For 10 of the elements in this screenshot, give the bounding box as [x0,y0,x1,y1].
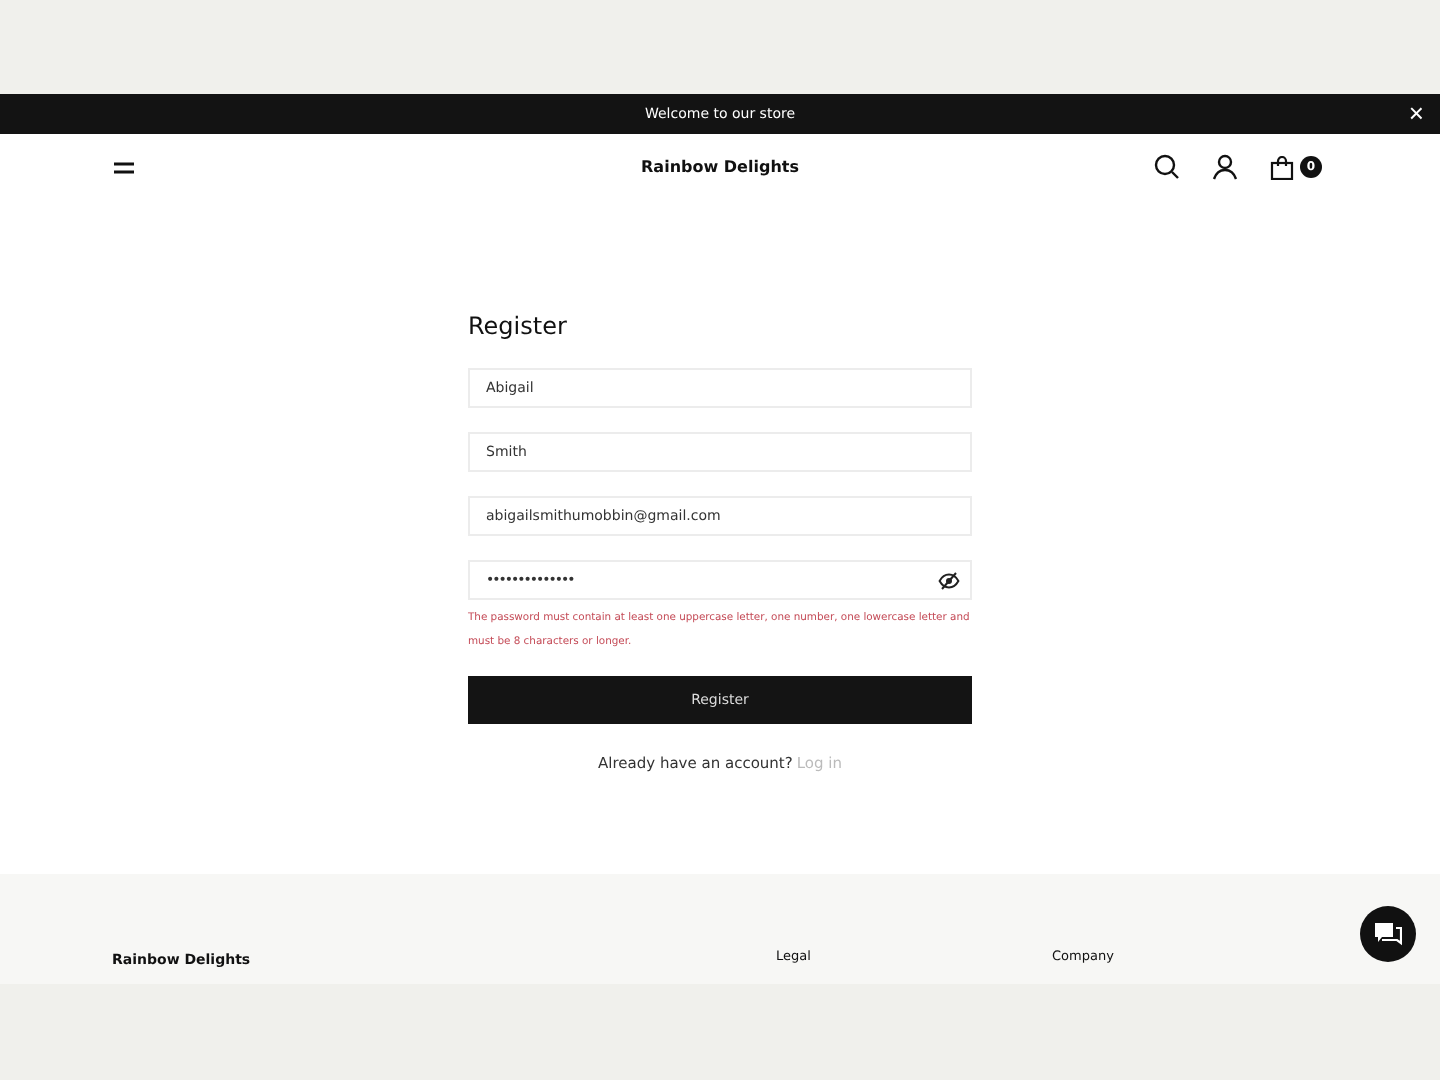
register-heading: Register [468,312,569,340]
chat-button[interactable] [1360,906,1416,962]
user-icon[interactable] [1212,154,1238,180]
eye-slash-icon[interactable] [938,571,960,589]
close-button[interactable]: × [1408,98,1424,130]
brand-logo[interactable]: Rainbow Delights [641,158,799,176]
search-icon[interactable] [1154,154,1180,180]
menu-icon[interactable] [112,159,136,175]
bag-icon[interactable] [1270,155,1294,179]
chat-bubbles-icon [1374,922,1402,946]
